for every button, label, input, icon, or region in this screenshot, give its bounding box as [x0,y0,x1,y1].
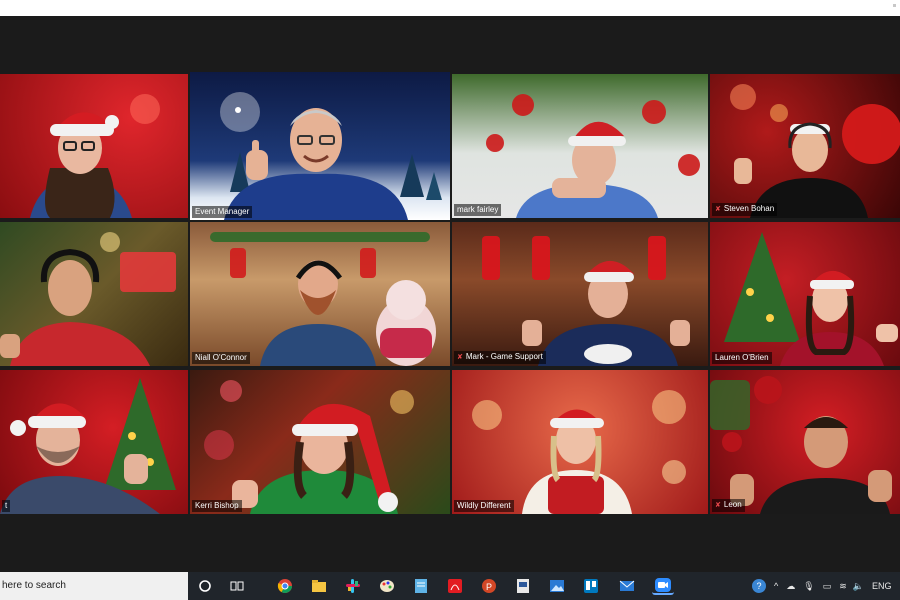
participant-tile-6[interactable]: Niall O'Connor [190,222,450,366]
participant-video [730,108,880,218]
microphone-icon[interactable]: 🎙 [803,581,814,592]
participant-name: Wildly Different [454,500,514,512]
search-placeholder: here to search [2,580,66,591]
participant-video [0,384,170,514]
participant-tile-active-speaker[interactable]: Event Manager [190,72,450,220]
photos-icon[interactable] [548,577,566,595]
onedrive-cloud-icon[interactable]: ☁ [786,581,795,592]
participant-tile-8[interactable]: Lauren O'Brien [710,222,900,366]
participant-name: Lauren O'Brien [712,352,772,364]
wifi-icon[interactable]: ≋ [839,581,847,592]
participant-name: Steven Bohan [712,203,778,216]
powerpoint-icon[interactable]: P [480,577,498,595]
participant-tile-10[interactable]: Kerri Bishop [190,370,450,514]
participant-name: Mark - Game Support [454,351,546,364]
participant-name: Event Manager [192,206,253,218]
document-icon[interactable] [514,577,532,595]
zoom-gallery-view: Event Manager mark fairley ✘ Steven Boha… [0,16,900,572]
zoom-icon[interactable] [652,577,674,595]
mail-icon[interactable] [618,577,636,595]
acrobat-icon[interactable] [446,577,464,595]
participant-tile-4[interactable]: Steven Bohan [710,74,900,218]
file-explorer-icon[interactable] [310,577,328,595]
participant-tile-12[interactable]: Leon [710,370,900,514]
participant-tile-5[interactable] [0,222,188,366]
participant-name: mark fairley [454,204,502,216]
participant-tile-3[interactable]: mark fairley [452,74,708,218]
cortana-circle-icon[interactable] [196,577,214,595]
participant-video [512,98,662,218]
participant-video [780,256,900,366]
system-tray: ? ^ ☁ 🎙 ▭ ≋ 🔈 ENG [752,572,891,600]
participant-video [508,390,648,514]
participant-video [260,244,440,366]
participant-video [20,98,140,218]
window-top-edge [0,0,900,16]
participant-name: Kerri Bishop [192,500,242,512]
show-hidden-icons-chevron-icon[interactable]: ^ [774,581,778,591]
chrome-icon[interactable] [276,577,294,595]
participant-tile-7[interactable]: Mark - Game Support [452,222,708,366]
taskbar-search-input[interactable]: here to search [0,572,188,600]
participant-video [0,238,160,366]
participant-video [522,244,702,366]
volume-icon[interactable]: 🔈 [853,581,864,592]
participant-video [730,398,900,514]
help-icon[interactable]: ? [752,579,766,593]
participant-video [220,386,420,514]
svg-text:P: P [486,582,492,592]
participant-name: Leon [712,499,745,512]
trello-icon[interactable] [582,577,600,595]
participant-name: t [2,500,11,512]
participant-tile-1[interactable] [0,74,188,218]
participant-tile-11[interactable]: Wildly Different [452,370,708,514]
notepad-icon[interactable] [412,577,430,595]
slack-icon[interactable] [344,577,362,595]
language-indicator[interactable]: ENG [872,581,892,591]
participant-name: Niall O'Connor [192,352,250,364]
participant-video [216,90,416,220]
battery-icon[interactable]: ▭ [823,581,832,592]
paint-icon[interactable] [378,577,396,595]
participant-tile-9[interactable]: t [0,370,188,514]
task-view-icon[interactable] [228,577,246,595]
window-corner-dot [893,4,896,7]
windows-taskbar: here to search P ? ^ ☁ � [0,572,900,600]
